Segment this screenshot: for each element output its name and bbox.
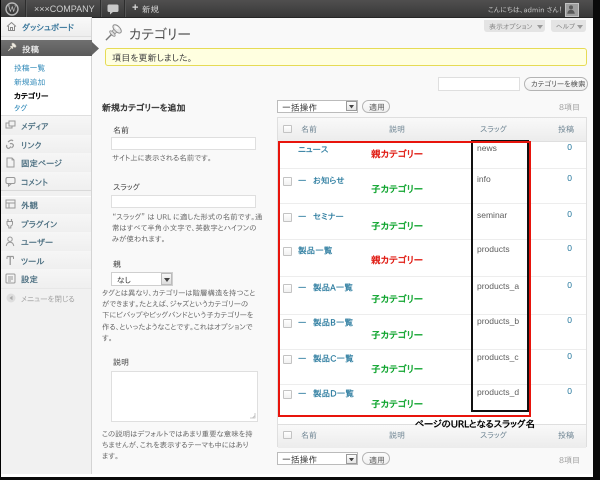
svg-text:W: W	[8, 4, 17, 14]
